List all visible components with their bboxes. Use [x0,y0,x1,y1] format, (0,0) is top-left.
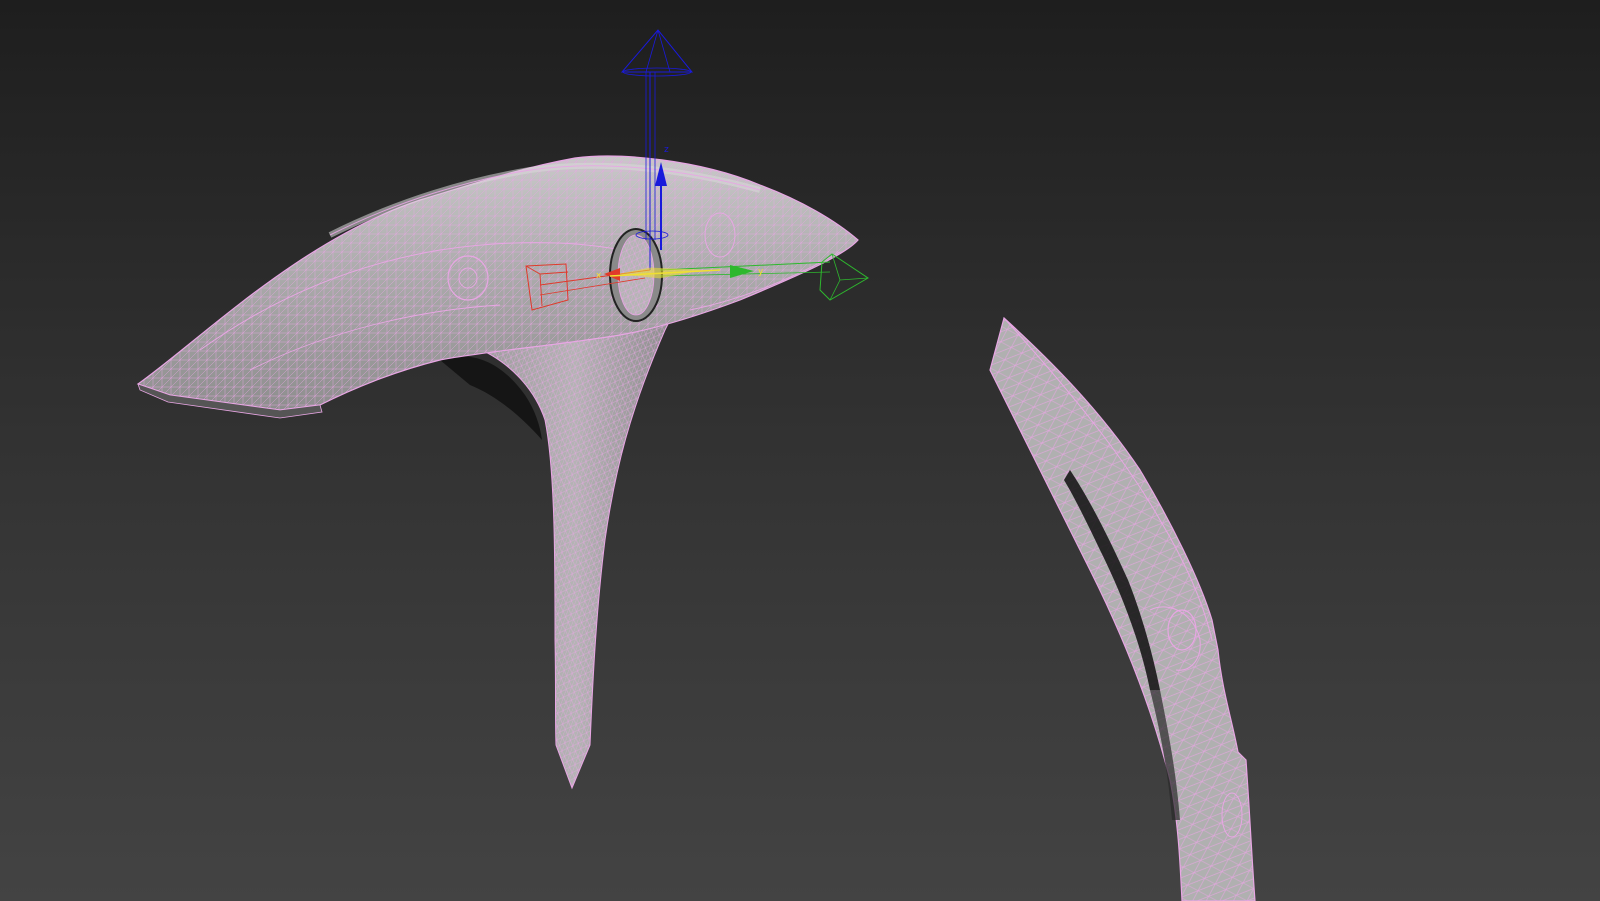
gizmo-y-label: y [758,267,764,277]
viewport-canvas[interactable]: z x y [0,0,1600,901]
pickaxe-head-mesh[interactable] [136,155,859,790]
gizmo-x-label: x [596,271,602,281]
3d-viewport[interactable]: z x y [0,0,1600,901]
curved-blade-mesh[interactable] [989,316,1256,901]
gizmo-z-label: z [664,145,669,155]
